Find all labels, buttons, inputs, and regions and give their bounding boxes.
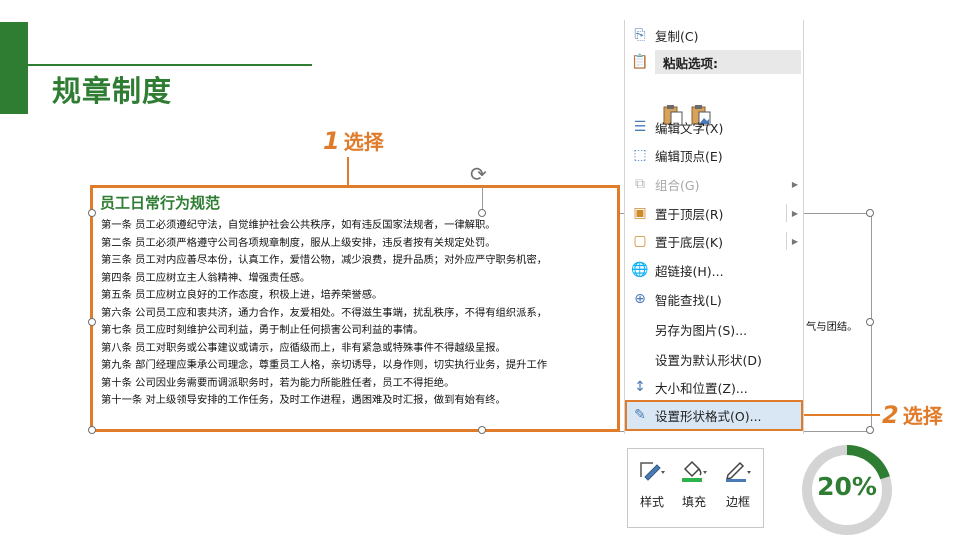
format-shape-icon: ✎ [634,407,646,423]
style-button[interactable]: 样式 [632,457,672,510]
header-accent-bar [0,22,28,114]
rule-line: 第二条 员工必须严格遵守公司各项规章制度，服从上级安排，违反者按有关规定处罚。 [101,236,496,249]
menu-item-set-default-shape[interactable]: 设置为默认形状(D) [625,346,803,372]
callout-1-leader [347,157,349,186]
send-to-back-icon: ▢ [633,233,647,249]
page-title: 规章制度 [52,74,173,108]
resize-handle-bottom-right[interactable] [866,426,874,434]
rule-line: 第六条 公司员工应和衷共济，通力合作，友爱相处。不得滋生事端，扰乱秩序，不得有组… [101,306,548,319]
callout-1-text: 选择 [343,130,384,154]
resize-handle-left[interactable] [88,318,96,326]
rule-line: 第三条 员工对内应善尽本份，认真工作，爱惜公物，减少浪费，提升品质；对外应严守职… [101,254,548,266]
menu-item-size-and-position[interactable]: ↕ 大小和位置(Z)... [625,374,803,400]
progress-label: 20% [817,472,877,501]
menu-item-bring-to-front[interactable]: ▣ 置于顶层(R) ▶ [625,200,803,226]
callout-1: 1 选择 [323,126,384,155]
menu-item-group[interactable]: ⧉ 组合(G) ▶ [625,171,803,197]
paste-options-label: 粘贴选项: [655,50,801,74]
outline-pen-icon [725,461,751,482]
menu-item-send-to-back[interactable]: ▢ 置于底层(K) ▶ [625,228,803,254]
overflow-text: 气与团结。 [806,321,858,333]
rule-line: 第四条 员工应树立主人翁精神、增强责任感。 [101,271,311,284]
resize-handle-top-right[interactable] [866,209,874,217]
rule-line: 第九条 部门经理应秉承公司理念，尊重员工人格，亲切诱导，以身作则，切实执行业务，… [101,359,548,371]
shape-style-icon [640,462,665,481]
menu-item-save-as-picture[interactable]: 另存为图片(S)... [625,316,803,342]
rule-line: 第十一条 对上级领导安排的工作任务，及时工作进程，遇困难及时汇报，做到有始有终。 [101,394,506,406]
header-underline [28,64,312,66]
mini-toolbar: 样式 填充 边框 [627,448,764,528]
size-position-icon: ↕ [634,379,646,395]
callout-2-text: 选择 [902,404,943,428]
submenu-arrow-icon[interactable]: ▶ [787,237,803,246]
menu-item-copy[interactable]: ⎘ 复制(C) [625,22,803,48]
callout-2: 2 选择 [882,400,943,429]
selected-text-shape[interactable]: 员工日常行为规范 第一条 员工必须遵纪守法，自觉维护社会公共秩序，如有违反国家法… [90,185,620,432]
menu-item-edit-points[interactable]: ⬚ 编辑顶点(E) [625,142,803,168]
resize-handle-bottom-left[interactable] [88,426,96,434]
group-icon: ⧉ [635,176,645,192]
paste-icon: 📋 [631,54,649,70]
rotate-handle-icon[interactable]: ⟳ [470,164,487,184]
menu-item-smart-lookup[interactable]: ⊕ 智能查找(L) [625,286,803,312]
callout-2-leader [804,414,880,416]
rule-line: 第一条 员工必须遵纪守法，自觉维护社会公共秩序，如有违反国家法规者，一律解职。 [101,219,496,231]
resize-handle-right[interactable] [866,318,874,326]
rule-line: 第七条 员工应时刻维护公司利益，勇于制止任何损害公司利益的事情。 [101,324,424,336]
copy-icon: ⎘ [634,27,646,43]
callout-2-number: 2 [882,401,899,429]
rule-line: 第五条 员工应树立良好的工作态度，积极上进，培养荣誉感。 [101,289,383,301]
hyperlink-icon: 🌐 [631,262,649,278]
menu-item-hyperlink[interactable]: 🌐 超链接(H)... [625,257,803,283]
submenu-arrow-icon[interactable]: ▶ [787,209,803,218]
fill-button[interactable]: 填充 [674,457,714,510]
rule-line: 第十条 公司因业务需要而调派职务时，若为能力所能胜任者，员工不得拒绝。 [101,376,455,389]
rule-line: 第八条 员工对职务或公事建议或请示，应循级而上，非有紧急或特殊事件不得越级呈报。 [101,341,506,354]
document-title: 员工日常行为规范 [100,194,221,212]
menu-item-format-shape[interactable]: ✎ 设置形状格式(O)... [625,402,803,428]
menu-item-edit-text[interactable]: ☰ 编辑文字(X) [625,114,803,140]
callout-1-number: 1 [323,127,340,155]
smart-lookup-icon: ⊕ [634,291,646,307]
resize-handle-top[interactable] [478,209,486,217]
resize-handle-top-left[interactable] [88,209,96,217]
fill-bucket-icon [682,460,707,482]
bring-to-front-icon: ▣ [633,205,647,221]
edit-text-icon: ☰ [633,119,647,135]
submenu-arrow-icon: ▶ [791,179,799,189]
outline-button[interactable]: 边框 [718,457,758,510]
context-menu: ⎘ 复制(C) 📋 粘贴选项: ☰ 编辑文字(X) ⬚ 编辑顶点(E) ⧉ 组合… [624,20,804,434]
edit-points-icon: ⬚ [633,147,647,163]
resize-handle-bottom[interactable] [478,426,486,434]
